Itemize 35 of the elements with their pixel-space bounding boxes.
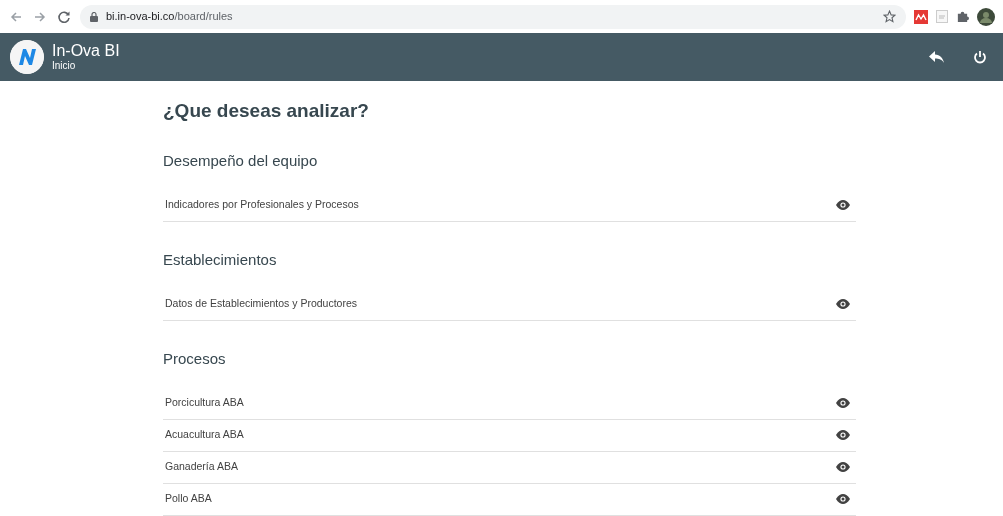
list-item[interactable]: Pollo ABA — [163, 483, 856, 516]
avatar-icon[interactable] — [977, 7, 995, 26]
item-label: Indicadores por Profesionales y Procesos — [165, 197, 359, 213]
eye-icon — [836, 462, 850, 473]
section-heading: Procesos — [163, 348, 227, 369]
app-subtitle: Inicio — [52, 59, 77, 71]
star-icon[interactable] — [883, 10, 896, 23]
app-title: In-Ova BI — [52, 43, 120, 60]
list-item[interactable]: Acuacultura ABA — [163, 419, 856, 452]
reply-icon — [929, 50, 945, 64]
extension-icon[interactable] — [914, 9, 928, 24]
eye-icon — [836, 494, 850, 505]
power-icon — [973, 50, 987, 64]
item-label: Ganadería ABA — [165, 459, 238, 475]
url-text: bi.in-ova-bi.co/board/rules — [106, 9, 233, 25]
page-title: ¿Que deseas analizar? — [163, 100, 370, 123]
item-label: Pollo ABA — [165, 491, 212, 507]
list-item[interactable]: Indicadores por Profesionales y Procesos — [163, 189, 856, 222]
reload-icon[interactable] — [56, 8, 72, 25]
eye-icon — [836, 299, 850, 310]
list-item[interactable]: Ganadería ABA — [163, 451, 856, 484]
eye-icon — [836, 430, 850, 441]
item-label: Porcicultura ABA — [165, 395, 244, 411]
logo-icon — [10, 40, 44, 74]
list-item[interactable]: Datos de Establecimientos y Productores — [163, 288, 856, 321]
eye-icon — [836, 200, 850, 211]
item-label: Acuacultura ABA — [165, 427, 244, 443]
item-label: Datos de Establecimientos y Productores — [165, 296, 357, 312]
eye-icon — [836, 398, 850, 409]
lock-icon — [90, 11, 98, 22]
address-bar[interactable]: bi.in-ova-bi.co/board/rules — [80, 4, 906, 29]
list-item[interactable]: Porcicultura ABA — [163, 387, 856, 420]
section-heading: Establecimientos — [163, 249, 278, 270]
section-heading: Desempeño del equipo — [163, 150, 319, 171]
puzzle-icon[interactable] — [956, 10, 969, 23]
